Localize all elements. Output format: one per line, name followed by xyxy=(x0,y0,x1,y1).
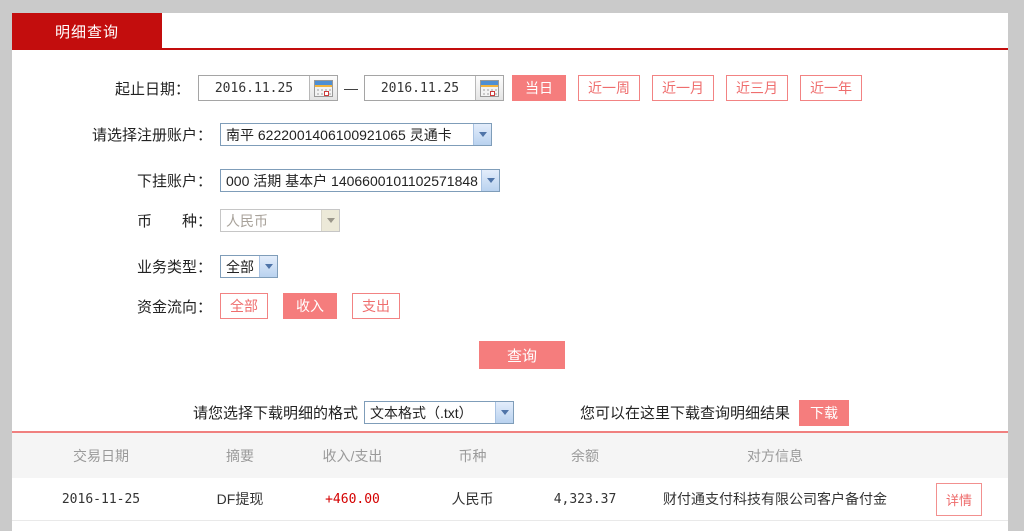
date-range-label: 起止日期： xyxy=(114,80,190,98)
start-date-calendar-button[interactable] xyxy=(309,76,337,100)
header-summary: 摘要 xyxy=(226,447,254,464)
sub-account-select[interactable]: 000 活期 基本户 1406600101102571848 xyxy=(220,169,500,192)
header-currency: 币种 xyxy=(458,447,487,464)
query-button[interactable]: 查询 xyxy=(479,341,565,369)
header-balance: 余额 xyxy=(571,447,599,464)
cell-amount: +460.00 xyxy=(325,491,380,507)
currency-row: 币 种： 人民币 xyxy=(12,209,1008,232)
currency-label: 币 种： xyxy=(136,213,212,230)
cell-counterparty: 财付通支付科技有限公司客户备付金 xyxy=(663,491,887,507)
download-format-select[interactable]: 文本格式（.txt） xyxy=(364,401,515,424)
tab-bar: 明细查询 xyxy=(12,13,1008,50)
chevron-down-icon xyxy=(473,124,491,145)
fund-flow-label: 资金流向： xyxy=(136,298,212,316)
table-footer-filler xyxy=(12,521,1008,531)
register-account-row: 请选择注册账户： 南平 6222001406100921065 灵通卡 xyxy=(12,123,1008,146)
cell-summary: DF提现 xyxy=(216,491,264,507)
calendar-icon xyxy=(480,79,499,97)
download-button[interactable]: 下载 xyxy=(799,399,850,426)
tab-detail-query[interactable]: 明细查询 xyxy=(12,13,162,50)
fund-flow-expense-button[interactable]: 支出 xyxy=(352,293,400,319)
business-type-select[interactable]: 全部 xyxy=(220,255,278,278)
end-date-value: 2016.11.25 xyxy=(380,80,460,96)
quick-range-week-button[interactable]: 近一周 xyxy=(578,75,640,101)
business-type-row: 业务类型： 全部 xyxy=(12,255,1008,278)
chevron-down-icon xyxy=(259,256,277,277)
date-range-separator: — xyxy=(344,80,358,96)
fund-flow-buttons: 全部 收入 支出 xyxy=(220,293,400,319)
business-type-value: 全部 xyxy=(226,258,254,275)
quick-range-year-button[interactable]: 近一年 xyxy=(800,75,862,101)
start-date-input[interactable]: 2016.11.25 xyxy=(198,75,338,101)
table-row: 2016-11-25 DF提现 +460.00 人民币 4,323.37 财付通… xyxy=(12,478,1008,521)
register-account-value: 南平 6222001406100921065 灵通卡 xyxy=(226,126,452,143)
header-income-expense: 收入/支出 xyxy=(322,447,383,464)
chevron-down-icon xyxy=(321,210,339,231)
start-date-value: 2016.11.25 xyxy=(214,80,294,96)
cell-balance: 4,323.37 xyxy=(553,491,617,507)
register-account-select[interactable]: 南平 6222001406100921065 灵通卡 xyxy=(220,123,492,146)
header-transaction-date: 交易日期 xyxy=(73,447,129,464)
table-header-row: 交易日期 摘要 收入/支出 币种 余额 对方信息 xyxy=(12,433,1008,478)
currency-value: 人民币 xyxy=(226,212,268,229)
end-date-calendar-button[interactable] xyxy=(475,76,503,100)
currency-select: 人民币 xyxy=(220,209,340,232)
sub-account-value: 000 活期 基本户 1406600101102571848 xyxy=(226,172,478,189)
quick-range-today-button[interactable]: 当日 xyxy=(512,75,566,101)
cell-currency: 人民币 xyxy=(451,491,494,507)
register-account-label: 请选择注册账户： xyxy=(91,127,212,144)
download-strip: 请您选择下载明细的格式 文本格式（.txt） 您可以在这里下载查询明细结果 下载 xyxy=(12,394,1008,431)
detail-button[interactable]: 详情 xyxy=(935,482,982,516)
fund-flow-row: 资金流向： 全部 收入 支出 xyxy=(12,293,1008,319)
fund-flow-all-button[interactable]: 全部 xyxy=(220,293,268,319)
quick-range-month-button[interactable]: 近一月 xyxy=(652,75,714,101)
calendar-icon xyxy=(314,79,333,97)
tab-label: 明细查询 xyxy=(54,24,119,41)
business-type-label: 业务类型： xyxy=(136,259,212,276)
download-hint: 您可以在这里下载查询明细结果 xyxy=(580,405,791,422)
detail-query-page: 明细查询 起止日期： 2016.11.25 — 2016.11.25 当日 近一… xyxy=(0,0,1024,531)
download-format-value: 文本格式（.txt） xyxy=(370,404,473,421)
quick-range-3months-button[interactable]: 近三月 xyxy=(726,75,788,101)
download-format-label: 请您选择下载明细的格式 xyxy=(193,405,359,422)
header-counterparty: 对方信息 xyxy=(747,447,803,464)
cell-transaction-date: 2016-11-25 xyxy=(61,491,141,507)
chevron-down-icon xyxy=(495,402,514,423)
sub-account-label: 下挂账户： xyxy=(136,173,212,190)
end-date-input[interactable]: 2016.11.25 xyxy=(364,75,504,101)
date-range-row: 起止日期： 2016.11.25 — 2016.11.25 当日 近一周 近一月… xyxy=(12,75,1008,101)
sub-account-row: 下挂账户： 000 活期 基本户 1406600101102571848 xyxy=(12,169,1008,192)
fund-flow-income-button[interactable]: 收入 xyxy=(283,293,337,319)
query-form-panel: 起止日期： 2016.11.25 — 2016.11.25 当日 近一周 近一月… xyxy=(12,50,1008,395)
chevron-down-icon xyxy=(481,170,499,191)
quick-range-buttons: 当日 近一周 近一月 近三月 近一年 xyxy=(512,75,862,101)
